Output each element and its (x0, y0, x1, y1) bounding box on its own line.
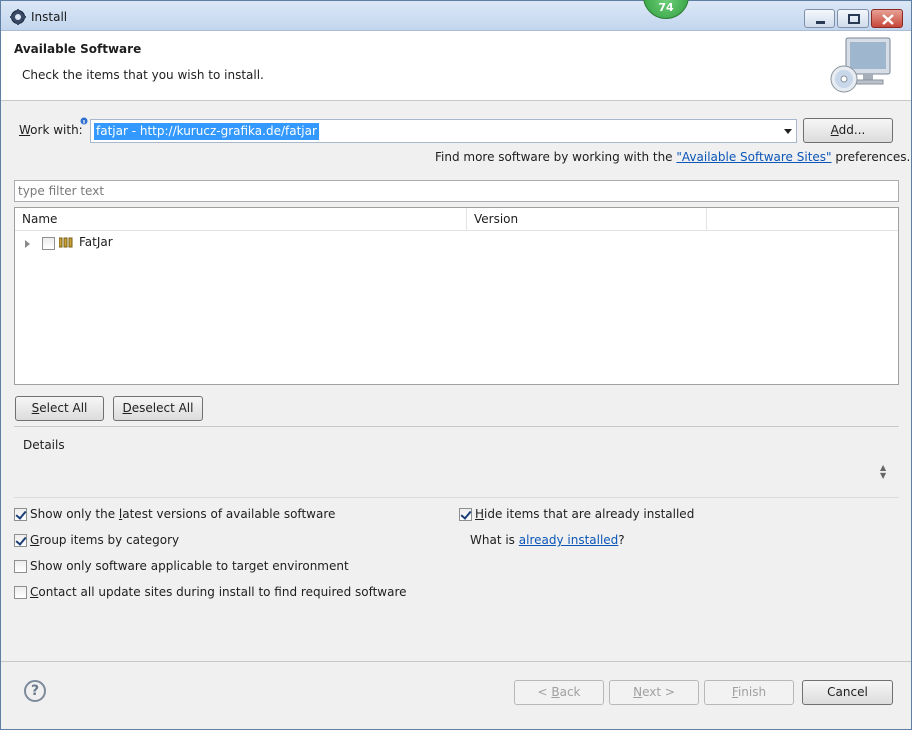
back-prefix: < (537, 685, 552, 699)
back-button[interactable]: < Back (514, 680, 604, 705)
notification-badge: 74 (643, 0, 689, 19)
target-env-label: Show only software applicable to target … (30, 559, 349, 573)
finish-button[interactable]: Finish (704, 680, 794, 705)
group-by-category-checkbox[interactable] (14, 534, 27, 547)
minimize-icon (816, 21, 825, 24)
title-bar[interactable]: Install 74 (1, 0, 911, 31)
select-all-label: elect All (39, 401, 88, 415)
minimize-button[interactable] (804, 9, 835, 28)
details-text-area[interactable] (14, 434, 899, 498)
hide-after: ide items that are already installed (484, 507, 695, 521)
select-all-button[interactable]: Select All (15, 396, 104, 421)
back-label: ack (559, 685, 581, 699)
more-software-text: Find more software by working with the "… (435, 150, 910, 164)
footer-separator (1, 661, 911, 662)
work-with-label-text: ork with: (30, 123, 83, 137)
close-button[interactable] (871, 9, 903, 28)
maximize-icon (848, 14, 860, 24)
column-name[interactable]: Name (15, 208, 467, 231)
latest-before: Show only the (30, 507, 119, 521)
details-scroll-icon[interactable]: ▲ ▼ (880, 464, 886, 480)
what-is-installed-text: What is already installed? (470, 533, 625, 547)
details-separator (14, 426, 899, 427)
page-title: Available Software (14, 42, 142, 56)
filter-placeholder: type filter text (18, 184, 105, 198)
more-software-after: preferences. (831, 150, 911, 164)
install-computer-icon (830, 37, 891, 93)
target-env-checkbox[interactable] (14, 560, 27, 573)
window-title: Install (31, 10, 68, 24)
category-icon (59, 237, 73, 248)
add-mnemonic: A (830, 123, 839, 137)
help-icon[interactable]: ? (24, 680, 46, 702)
deselect-all-button[interactable]: Deselect All (113, 396, 203, 421)
latest-versions-label: Show only the latest versions of availab… (30, 507, 335, 521)
group-mnemonic: G (30, 533, 40, 547)
install-dialog: Install 74 Available Software Check the … (0, 0, 912, 730)
deselect-all-label: eselect All (131, 401, 194, 415)
info-decoration-icon (80, 117, 88, 125)
eclipse-gear-icon (10, 9, 26, 25)
close-icon (882, 14, 894, 25)
tree-header: Name Version (15, 208, 898, 231)
latest-versions-checkbox[interactable] (14, 508, 27, 521)
more-software-before: Find more software by working with the (435, 150, 677, 164)
group-by-category-label: Group items by category (30, 533, 179, 547)
finish-label: inish (737, 685, 767, 699)
hide-mnemonic: H (475, 507, 485, 521)
hide-installed-checkbox[interactable] (459, 508, 472, 521)
latest-after: atest versions of available software (122, 507, 336, 521)
hide-installed-label: Hide items that are already installed (475, 507, 694, 521)
contact-sites-label: Contact all update sites during install … (30, 585, 407, 599)
work-with-mnemonic: W (19, 123, 31, 137)
row-name: FatJar (79, 235, 113, 249)
expand-arrow-icon[interactable] (25, 240, 30, 248)
work-with-value: fatjar - http://kurucz-grafika.de/fatjar (94, 123, 319, 140)
next-label: ext > (642, 685, 675, 699)
already-installed-link[interactable]: already installed (519, 533, 619, 547)
back-mnemonic: B (551, 685, 560, 699)
what-is-before: What is (470, 533, 519, 547)
cancel-button[interactable]: Cancel (802, 680, 893, 705)
wizard-header: Available Software Check the items that … (1, 31, 911, 101)
column-version[interactable]: Version (467, 208, 707, 231)
work-with-label: Work with: (19, 123, 83, 137)
next-mnemonic: N (633, 685, 643, 699)
chevron-down-icon[interactable] (784, 129, 792, 134)
maximize-button[interactable] (837, 9, 869, 28)
filter-input[interactable]: type filter text (14, 180, 899, 202)
software-tree[interactable]: Name Version FatJar (14, 207, 899, 385)
table-row[interactable]: FatJar (15, 232, 898, 254)
contact-after: ontact all update sites during install t… (38, 585, 407, 599)
deselect-all-mnemonic: D (122, 401, 132, 415)
add-label: dd... (838, 123, 866, 137)
next-button[interactable]: Next > (609, 680, 699, 705)
row-checkbox[interactable] (42, 237, 55, 250)
work-with-combo[interactable]: fatjar - http://kurucz-grafika.de/fatjar (90, 119, 797, 143)
contact-sites-checkbox[interactable] (14, 586, 27, 599)
what-is-after: ? (618, 533, 625, 547)
available-sites-link[interactable]: "Available Software Sites" (676, 150, 831, 164)
page-subtitle: Check the items that you wish to install… (22, 68, 264, 82)
add-site-button[interactable]: Add... (803, 118, 893, 143)
group-after: roup items by category (39, 533, 180, 547)
